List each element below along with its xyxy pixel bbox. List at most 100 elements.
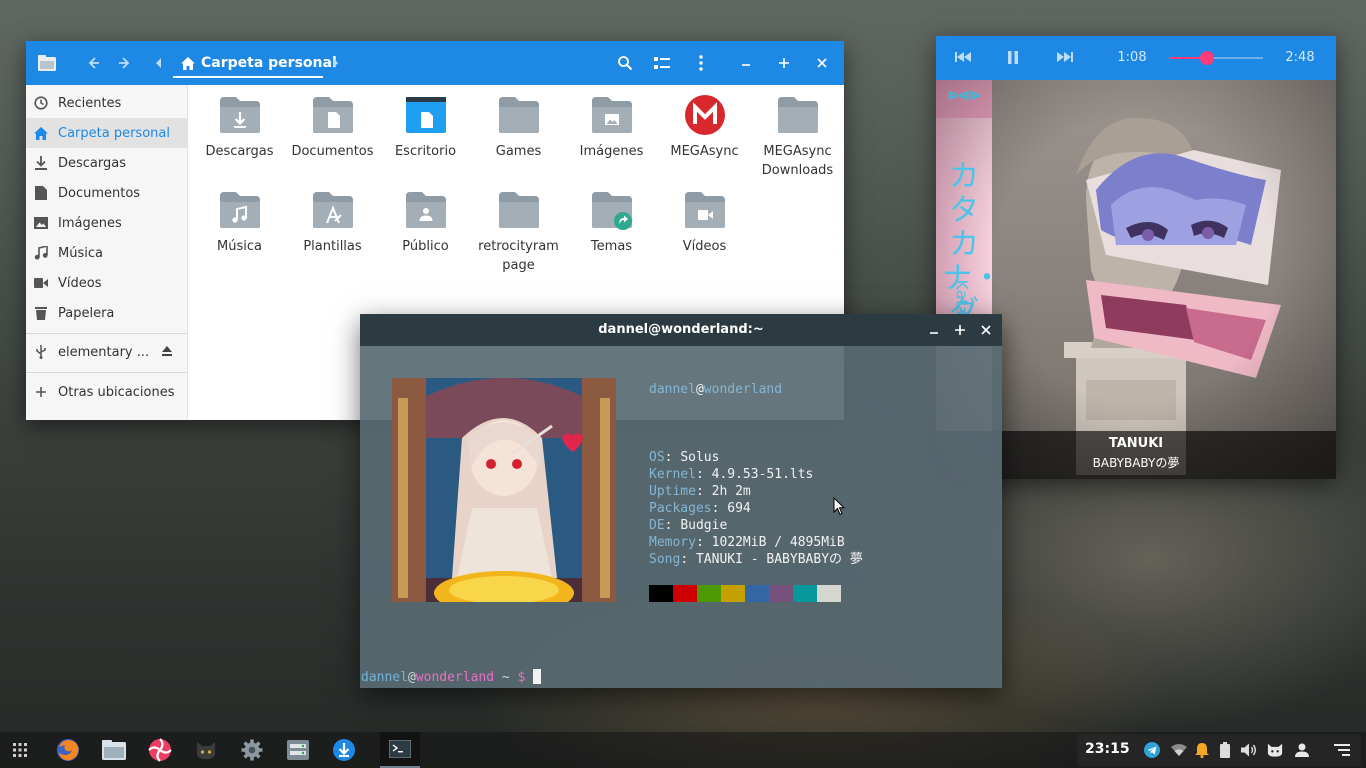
settings-icon[interactable] xyxy=(232,732,272,768)
folder-games[interactable]: Games xyxy=(472,95,565,161)
sidebar-item-otras-ubicaciones[interactable]: Otras ubicaciones xyxy=(26,377,187,407)
next-track-icon[interactable] xyxy=(1057,51,1073,63)
folder-plantillas[interactable]: Plantillas xyxy=(286,190,379,256)
folder-imagenes[interactable]: Imágenes xyxy=(565,95,658,161)
seek-track[interactable] xyxy=(1169,51,1263,65)
user-icon[interactable] xyxy=(1294,742,1310,758)
info-value: 2h 2m xyxy=(711,484,751,499)
folder-documentos[interactable]: Documentos xyxy=(286,95,379,161)
volume-icon[interactable] xyxy=(1241,742,1257,758)
home-icon xyxy=(181,56,195,70)
terminal-icon[interactable] xyxy=(380,732,420,768)
file-name: Temas xyxy=(590,239,633,254)
path-left-chevron-icon[interactable] xyxy=(147,51,171,75)
breadcrumb[interactable]: Carpeta personal xyxy=(181,41,337,85)
sidebar-item-carpeta-personal[interactable]: Carpeta personal xyxy=(26,118,187,148)
prompt-symbol: $ xyxy=(517,670,526,685)
maximize-icon[interactable] xyxy=(954,324,966,336)
files-icon[interactable] xyxy=(94,732,134,768)
info-key: Memory xyxy=(649,535,696,550)
wifi-icon[interactable] xyxy=(1171,742,1187,758)
document-icon xyxy=(34,186,48,200)
back-arrow-icon[interactable] xyxy=(81,51,105,75)
neofetch-header: dannel@wonderland xyxy=(649,381,782,398)
palette-swatch xyxy=(745,585,769,602)
prompt-path: ~ xyxy=(501,670,510,685)
cat-tray-icon[interactable] xyxy=(1267,742,1283,758)
folder-retrocityrampage[interactable]: retrocityram page xyxy=(472,190,565,275)
sidebar-item-papelera[interactable]: Papelera xyxy=(26,298,187,328)
folder-megasync[interactable]: MEGAsync xyxy=(658,95,751,161)
previous-track-icon[interactable] xyxy=(955,51,971,63)
close-icon[interactable] xyxy=(810,51,834,75)
folder-musica[interactable]: Música xyxy=(193,190,286,256)
folder-pictures-icon xyxy=(590,95,634,135)
file-name: Imágenes xyxy=(579,144,644,159)
notification-bell-icon[interactable] xyxy=(1194,742,1210,758)
file-name: Plantillas xyxy=(303,239,362,254)
file-name: MEGAsync xyxy=(763,144,832,159)
sidebar-item-recientes[interactable]: Recientes xyxy=(26,88,187,118)
file-name: Público xyxy=(402,239,449,254)
total-duration: 2:48 xyxy=(1285,50,1315,65)
pause-icon[interactable] xyxy=(1007,51,1019,64)
sidebar-item-label: elementary ... xyxy=(58,344,150,360)
minimize-icon[interactable] xyxy=(928,324,940,336)
raven-toggle-icon[interactable] xyxy=(1334,742,1350,758)
sidebar-item-documentos[interactable]: Documentos xyxy=(26,178,187,208)
app-menu-icon[interactable] xyxy=(0,732,40,768)
sidebar-item-musica[interactable]: Música xyxy=(26,238,187,268)
sidebar-item-device[interactable]: elementary ... xyxy=(26,337,187,367)
info-line-uptime: Uptime: 2h 2m xyxy=(649,484,751,499)
folder-download-icon xyxy=(218,95,262,135)
eject-icon[interactable] xyxy=(161,345,173,357)
neofetch-at: @ xyxy=(695,382,704,397)
forward-arrow-icon[interactable] xyxy=(113,51,137,75)
info-line-de: DE: Budgie xyxy=(649,518,728,533)
seek-handle[interactable] xyxy=(1199,51,1214,65)
downloader-icon[interactable] xyxy=(324,732,364,768)
close-icon[interactable] xyxy=(980,324,992,336)
search-icon[interactable] xyxy=(613,51,637,75)
telegram-icon[interactable] xyxy=(1144,742,1160,758)
folder-videos-icon xyxy=(683,190,727,230)
folder-temas[interactable]: Temas xyxy=(565,190,658,256)
lollypop-icon[interactable] xyxy=(140,732,180,768)
shell-prompt[interactable]: dannel@wonderland ~ $ xyxy=(361,669,542,686)
software-center-icon[interactable] xyxy=(278,732,318,768)
folder-escritorio[interactable]: Escritorio xyxy=(379,95,472,161)
cat-app-icon[interactable] xyxy=(186,732,226,768)
palette-swatch xyxy=(673,585,697,602)
sidebar-item-label: Otras ubicaciones xyxy=(58,384,175,400)
palette-swatch xyxy=(769,585,793,602)
folder-descargas[interactable]: Descargas xyxy=(193,95,286,161)
download-icon xyxy=(34,156,48,170)
view-mode-icon[interactable] xyxy=(650,51,674,75)
folder-desktop-icon xyxy=(404,95,448,135)
file-name: Música xyxy=(217,239,262,254)
folder-megasync-downloads[interactable]: MEGAsync Downloads xyxy=(751,95,844,180)
folder-publico[interactable]: Público xyxy=(379,190,472,256)
folder-videos[interactable]: Vídeos xyxy=(658,190,751,256)
sidebar-item-videos[interactable]: Vídeos xyxy=(26,268,187,298)
info-line-memory: Memory: 1022MiB / 4895MiB xyxy=(649,535,845,550)
home-icon xyxy=(34,126,48,140)
breadcrumb-current-folder: Carpeta personal xyxy=(201,55,337,71)
battery-icon[interactable] xyxy=(1217,742,1233,758)
minimize-icon[interactable] xyxy=(734,51,758,75)
sidebar-item-imagenes[interactable]: Imágenes xyxy=(26,208,187,238)
path-right-chevron-icon[interactable] xyxy=(323,51,347,75)
image-icon xyxy=(34,216,48,230)
info-value: Solus xyxy=(680,450,720,465)
folder-shared-icon xyxy=(590,190,634,230)
menu-icon[interactable] xyxy=(689,51,713,75)
maximize-icon[interactable] xyxy=(772,51,796,75)
folder-documents-icon xyxy=(311,95,355,135)
sidebar-item-label: Carpeta personal xyxy=(58,125,170,141)
firefox-icon[interactable] xyxy=(48,732,88,768)
album-art-logo: ᐅᐊᐅ xyxy=(947,89,981,103)
clock[interactable]: 23:15 xyxy=(1085,741,1130,757)
sidebar-item-label: Música xyxy=(58,245,103,261)
terminal-window[interactable]: dannel@wonderland:~ dannel@wonderland OS xyxy=(360,314,1002,688)
sidebar-item-descargas[interactable]: Descargas xyxy=(26,148,187,178)
